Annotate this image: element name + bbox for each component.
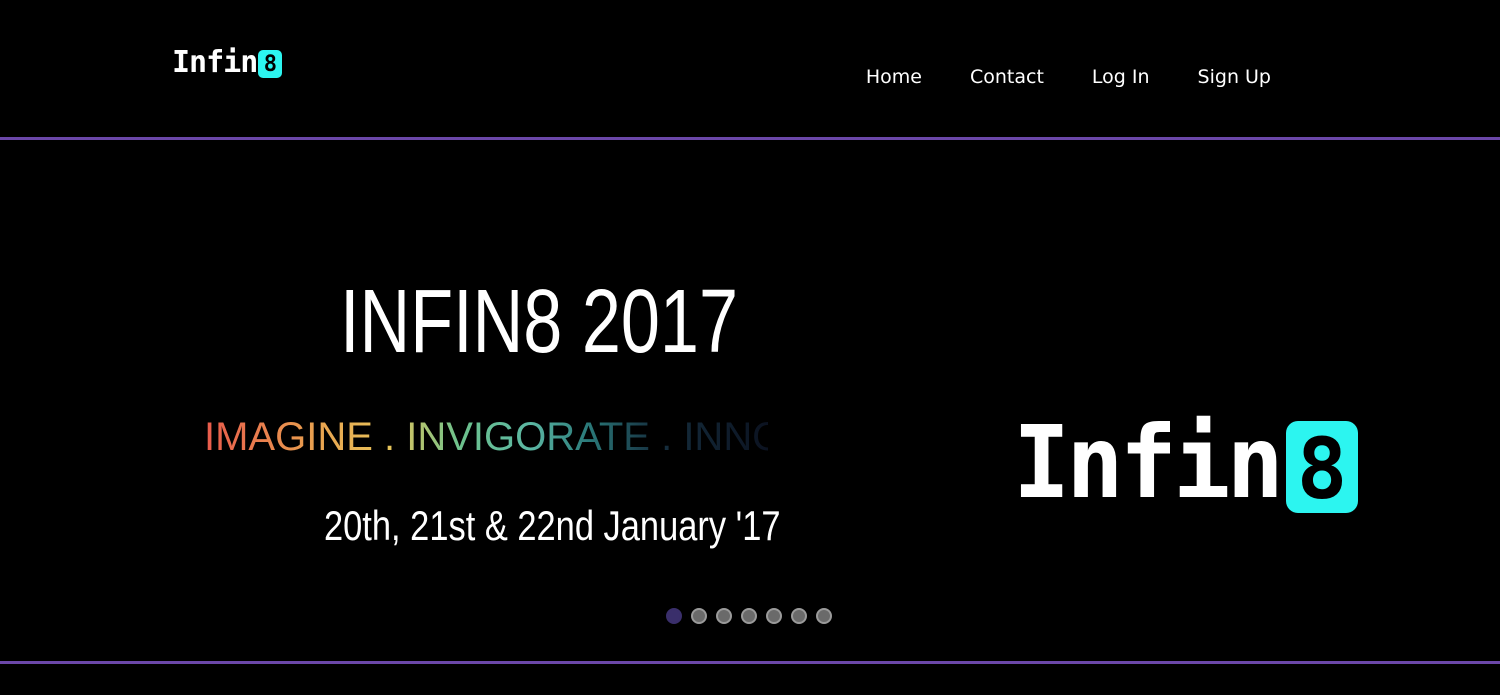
nav-login-link[interactable]: Log In [1092, 63, 1150, 91]
main-nav: Home Contact Log In Sign Up [866, 63, 1271, 91]
carousel-dot[interactable] [666, 608, 682, 624]
carousel-dot[interactable] [691, 608, 707, 624]
hero-bottom-divider [0, 661, 1500, 664]
carousel-dot[interactable] [741, 608, 757, 624]
hero-logo-wordmark: Infin [1013, 404, 1284, 521]
nav-home-link[interactable]: Home [866, 63, 922, 91]
nav-signup-link[interactable]: Sign Up [1198, 63, 1271, 91]
hero-tagline: IMAGINE . INVIGORATE . INNOVATE [204, 412, 768, 462]
carousel-dot[interactable] [716, 608, 732, 624]
hero-logo-eight-badge: 8 [1286, 421, 1359, 517]
logo-wordmark: Infin [172, 45, 258, 80]
nav-contact-link[interactable]: Contact [970, 63, 1044, 91]
hero-title: INFIN8 2017 [340, 272, 738, 372]
carousel-dot[interactable] [816, 608, 832, 624]
carousel-dots [666, 608, 832, 624]
header-divider [0, 137, 1500, 140]
logo-eight-badge: 8 [258, 50, 283, 78]
carousel-dot[interactable] [791, 608, 807, 624]
site-header: Infin 8 Home Contact Log In Sign Up [0, 0, 1500, 137]
hero-logo: Infin 8 [1013, 404, 1359, 521]
carousel-dot[interactable] [766, 608, 782, 624]
event-dates: 20th, 21st & 22nd January '17 [324, 502, 781, 549]
site-logo[interactable]: Infin 8 [172, 40, 283, 80]
